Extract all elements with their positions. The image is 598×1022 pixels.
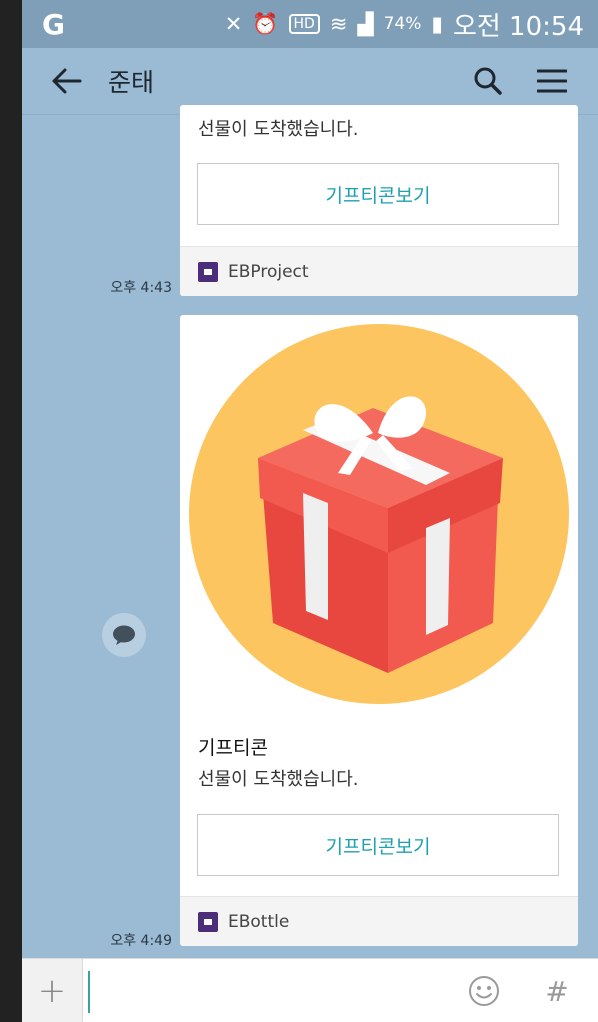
- search-button[interactable]: [466, 59, 510, 103]
- message-title: 기프티콘: [198, 737, 268, 759]
- card-footer[interactable]: EBottle: [180, 896, 578, 946]
- search-icon: [474, 67, 502, 95]
- view-gifticon-button[interactable]: 기프티콘보기: [197, 814, 559, 876]
- battery-percent: 74%: [383, 14, 422, 34]
- message-body: 선물이 도착했습니다.: [198, 119, 359, 140]
- app-name: EBProject: [228, 262, 309, 282]
- alarm-icon: ⏰: [252, 11, 279, 36]
- message-input-bar: + #: [22, 958, 598, 1022]
- message-timestamp: 오후 4:43: [110, 280, 172, 296]
- battery-icon: ▮: [431, 12, 443, 36]
- back-button[interactable]: [50, 64, 84, 98]
- chat-area[interactable]: 선물이 도착했습니다. 기프티콘보기 EBProject 오후 4:43 기프티…: [22, 105, 598, 958]
- gift-message-card: 선물이 도착했습니다. 기프티콘보기 EBProject: [180, 105, 578, 296]
- hd-icon: HD: [288, 14, 320, 34]
- phone-screen: G ✕ ⏰ HD ≋ ▟ 74% ▮ 오전 10:54 준태 선물이 도착했습니…: [22, 0, 598, 1022]
- back-arrow-icon: [52, 68, 82, 94]
- reply-button[interactable]: [102, 613, 146, 657]
- mute-icon: ✕: [224, 12, 243, 36]
- gift-message-card: 기프티콘 선물이 도착했습니다. 기프티콘보기 EBottle: [180, 315, 578, 946]
- signal-icon: ▟: [357, 12, 374, 36]
- app-name: EBottle: [228, 912, 290, 932]
- wifi-icon: ≋: [329, 12, 348, 36]
- emoji-icon[interactable]: [468, 975, 500, 1007]
- app-icon: [198, 262, 218, 282]
- hashtag-button[interactable]: #: [540, 971, 574, 1011]
- view-gifticon-button[interactable]: 기프티콘보기: [197, 163, 559, 225]
- status-icons: ✕ ⏰ HD ≋ ▟ 74% ▮ 오전 10:54: [225, 6, 584, 43]
- chat-bubble-icon: [113, 625, 135, 645]
- menu-icon: [537, 69, 567, 93]
- message-input[interactable]: [88, 971, 460, 1013]
- carrier-logo-icon: G: [42, 7, 65, 41]
- app-icon: [198, 912, 218, 932]
- message-body: 선물이 도착했습니다.: [198, 769, 359, 790]
- card-footer[interactable]: EBProject: [180, 246, 578, 296]
- attach-button[interactable]: +: [22, 959, 83, 1022]
- clock: 오전 10:54: [452, 11, 584, 42]
- gift-icon[interactable]: [188, 323, 570, 705]
- status-bar: G ✕ ⏰ HD ≋ ▟ 74% ▮ 오전 10:54: [22, 0, 598, 48]
- menu-button[interactable]: [530, 59, 574, 103]
- chat-title: 준태: [108, 68, 155, 97]
- message-timestamp: 오후 4:49: [110, 933, 172, 949]
